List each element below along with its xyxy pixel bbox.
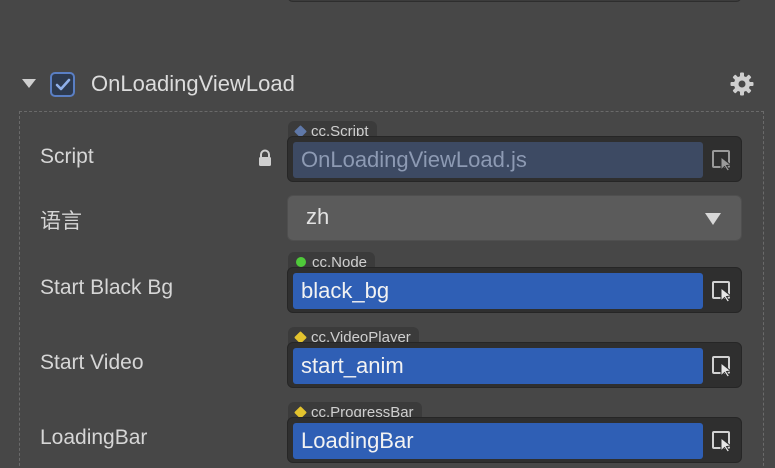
- lock-icon: [259, 149, 271, 166]
- loading-bar-label: LoadingBar: [40, 426, 148, 449]
- start-video-label: Start Video: [40, 351, 144, 374]
- start-black-bg-value[interactable]: black_bg: [293, 273, 703, 309]
- loading-bar-value[interactable]: LoadingBar: [293, 423, 703, 459]
- start-black-bg-field[interactable]: black_bg: [287, 267, 742, 313]
- gear-icon[interactable]: [729, 71, 755, 97]
- component-header: OnLoadingViewLoad: [0, 62, 775, 106]
- script-value: OnLoadingViewLoad.js: [293, 142, 703, 178]
- script-label: Script: [40, 145, 94, 168]
- language-select[interactable]: zh: [287, 195, 742, 241]
- pick-target-icon[interactable]: [711, 354, 735, 378]
- pick-target-icon[interactable]: [711, 429, 735, 453]
- loading-bar-field[interactable]: LoadingBar: [287, 417, 742, 463]
- language-value: zh: [306, 204, 330, 229]
- component-enable-checkbox[interactable]: [50, 72, 75, 97]
- language-label: 语言: [40, 210, 82, 233]
- script-field: OnLoadingViewLoad.js: [287, 136, 742, 182]
- node-dot-icon: [296, 257, 306, 267]
- start-black-bg-label: Start Black Bg: [40, 276, 174, 299]
- start-video-value[interactable]: start_anim: [293, 348, 703, 384]
- pick-target-icon[interactable]: [711, 148, 735, 172]
- pick-target-icon[interactable]: [711, 279, 735, 303]
- previous-field-edge: [287, 0, 742, 2]
- chevron-down-icon: [705, 213, 721, 225]
- start-video-field[interactable]: start_anim: [287, 342, 742, 388]
- collapse-caret-icon[interactable]: [22, 79, 36, 88]
- component-title: OnLoadingViewLoad: [91, 71, 295, 96]
- check-icon: [55, 78, 70, 90]
